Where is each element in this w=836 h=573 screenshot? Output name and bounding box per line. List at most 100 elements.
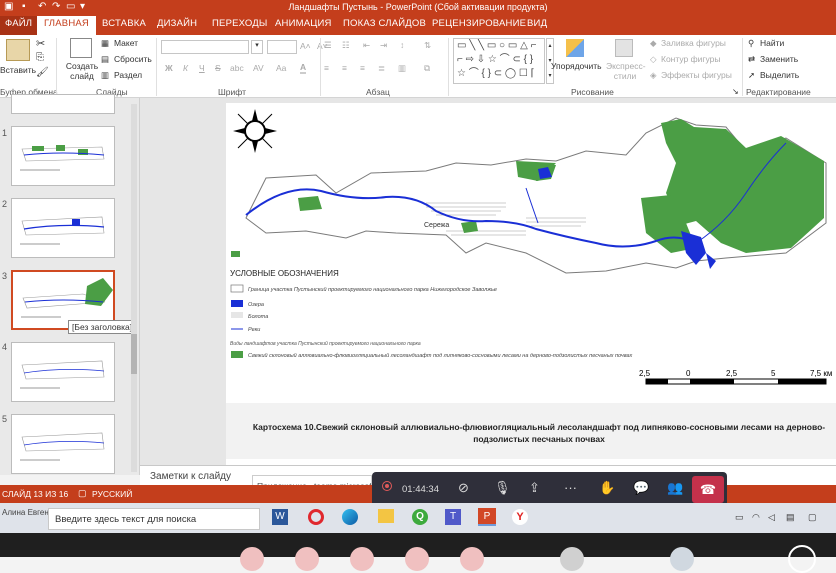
hang-up-button[interactable]: ☎ — [692, 476, 724, 503]
tab-view[interactable]: ВИД — [527, 18, 547, 29]
edge-icon[interactable] — [342, 509, 358, 525]
drawing-group-label: Рисование — [571, 87, 614, 97]
decrease-indent-icon[interactable]: ⇤ — [363, 40, 370, 51]
powerpoint-taskbar-icon[interactable]: P — [478, 508, 496, 526]
word-icon[interactable]: W — [272, 509, 288, 525]
network-icon[interactable]: ◠ — [752, 512, 760, 523]
title-bar: ▣ ▪ ↶ ↷ ▭ ▾ Ландшафты Пустынь - PowerPoi… — [0, 0, 836, 15]
align-center-icon[interactable]: ≡ — [342, 63, 347, 73]
participant-avatar[interactable] — [295, 547, 319, 571]
tab-review[interactable]: РЕЦЕНЗИРОВАНИЕ — [432, 18, 526, 29]
new-slide-icon[interactable] — [70, 38, 92, 58]
change-case-button[interactable]: Aa — [276, 63, 286, 73]
font-name-select[interactable] — [161, 40, 249, 54]
char-spacing-button[interactable]: AV — [253, 63, 264, 73]
align-left-icon[interactable]: ≡ — [324, 63, 329, 73]
tab-home[interactable]: ГЛАВНАЯ — [37, 16, 96, 35]
scrollbar-thumb[interactable] — [131, 334, 137, 374]
participant-avatar[interactable] — [350, 547, 374, 571]
select-button[interactable]: Выделить — [760, 70, 799, 80]
taskbar-search[interactable]: Введите здесь текст для поиска — [48, 508, 260, 530]
language-indicator[interactable]: РУССКИЙ — [92, 489, 132, 499]
line-spacing-icon[interactable]: ↕ — [400, 40, 404, 50]
teams-icon[interactable]: T — [445, 509, 461, 525]
participants-icon[interactable]: 👥 — [667, 480, 683, 496]
tab-file[interactable]: ФАЙЛ — [0, 16, 38, 35]
reset-icon: ▤ — [101, 54, 110, 64]
share-screen-icon[interactable]: ⇪ — [529, 480, 540, 496]
increase-indent-icon[interactable]: ⇥ — [380, 40, 387, 51]
arrange-button[interactable]: Упорядочить — [551, 61, 602, 71]
participant-avatar[interactable] — [788, 545, 816, 573]
more-actions-icon[interactable]: ··· — [564, 480, 577, 495]
shape-fill-button[interactable]: Заливка фигуры — [661, 38, 726, 48]
find-button[interactable]: Найти — [760, 38, 784, 48]
underline-button[interactable]: Ч — [199, 63, 205, 73]
file-explorer-icon[interactable] — [378, 509, 394, 523]
tab-design[interactable]: ДИЗАЙН — [157, 18, 197, 29]
participant-avatar[interactable] — [405, 547, 429, 571]
paste-icon[interactable] — [6, 39, 30, 61]
map-caption: Картосхема 10.Свежий склоновый аллювиаль… — [252, 422, 826, 444]
spellcheck-icon[interactable]: ▢ — [78, 488, 87, 499]
slide-thumbnail[interactable] — [11, 94, 115, 114]
slide-thumbnail[interactable] — [11, 414, 115, 474]
reset-button[interactable]: Сбросить — [114, 54, 152, 64]
slide[interactable]: Сережа УСЛОВНЫЕ ОБОЗНАЧЕНИЯ Граница учас… — [226, 103, 836, 468]
numbering-icon[interactable]: ☷ — [342, 40, 350, 51]
strikethrough-button[interactable]: S — [215, 63, 221, 73]
tab-slideshow[interactable]: ПОКАЗ СЛАЙДОВ — [343, 18, 426, 29]
chat-icon[interactable]: 💬 — [633, 480, 649, 496]
paste-button[interactable]: Вставить — [0, 65, 36, 75]
opera-icon[interactable] — [308, 509, 324, 525]
format-painter-icon[interactable]: 🖌 — [36, 67, 49, 78]
bullets-icon[interactable]: ☰ — [324, 40, 332, 51]
thumbnail-scrollbar[interactable] — [131, 104, 137, 472]
align-right-icon[interactable]: ≡ — [360, 63, 365, 73]
font-name-dropdown-icon[interactable]: ▾ — [251, 40, 263, 54]
columns-icon[interactable]: ▥ — [398, 63, 406, 74]
drawing-dialog-launcher-icon[interactable]: ↘ — [732, 87, 739, 96]
keyboard-layout-icon[interactable]: ▤ — [786, 512, 795, 523]
mic-off-icon[interactable]: 🎙 — [494, 480, 511, 496]
tab-insert[interactable]: ВСТАВКА — [102, 18, 146, 29]
shapes-gallery[interactable]: ▭ ╲ ╲ ▭ ○ ▭ △ ⌐ ⌐ ⇨ ⇩ ☆ ⌒ ⊂ { } ☆ ⌒ { } ⊂ … — [453, 38, 545, 84]
cut-icon[interactable]: ✂ — [36, 37, 45, 50]
font-size-select[interactable] — [267, 40, 297, 54]
tab-animation[interactable]: АНИМАЦИЯ — [275, 18, 332, 29]
notes-placeholder[interactable]: Заметки к слайду — [150, 471, 231, 482]
replace-button[interactable]: Заменить — [760, 54, 798, 64]
layout-button[interactable]: Макет — [114, 38, 138, 48]
bold-button[interactable]: Ж — [165, 63, 173, 73]
shape-effects-button[interactable]: Эффекты фигуры — [661, 70, 732, 80]
slide-thumbnail[interactable] — [11, 198, 115, 258]
font-color-icon[interactable]: A — [300, 62, 307, 74]
shadow-button[interactable]: abc — [230, 63, 244, 73]
raise-hand-icon[interactable]: ✋ — [599, 480, 615, 496]
slide-thumbnail[interactable] — [11, 126, 115, 186]
battery-icon[interactable]: ▭ — [735, 512, 744, 523]
copy-icon[interactable]: ⎘ — [36, 52, 44, 63]
participant-avatar[interactable] — [670, 547, 694, 571]
tab-transitions[interactable]: ПЕРЕХОДЫ — [212, 18, 267, 29]
shape-effects-icon: ◈ — [650, 70, 657, 80]
justify-icon[interactable]: ≣ — [378, 63, 385, 74]
volume-icon[interactable]: ◁ — [768, 512, 775, 523]
shape-outline-button[interactable]: Контур фигуры — [661, 54, 720, 64]
smartart-icon[interactable]: ⧉ — [424, 63, 430, 74]
slide-thumbnail[interactable] — [11, 342, 115, 402]
qip-icon[interactable]: Q — [412, 509, 428, 525]
new-slide-button[interactable]: Создать слайд — [64, 61, 100, 81]
text-direction-icon[interactable]: ⇅ — [424, 40, 431, 51]
camera-off-icon[interactable]: ⊘ — [458, 480, 469, 496]
grow-font-icon[interactable]: A˄ — [300, 41, 311, 51]
yandex-icon[interactable]: Y — [512, 509, 528, 525]
taskbar-search-placeholder[interactable]: Введите здесь текст для поиска — [55, 514, 196, 525]
quick-styles-button[interactable]: Экспресс-стили — [606, 61, 646, 81]
notifications-icon[interactable]: ▢ — [808, 512, 817, 523]
italic-button[interactable]: К — [183, 63, 188, 73]
section-button[interactable]: Раздел — [114, 70, 142, 80]
participant-avatar[interactable] — [460, 547, 484, 571]
participant-avatar[interactable] — [240, 547, 264, 571]
participant-avatar[interactable] — [560, 547, 584, 571]
